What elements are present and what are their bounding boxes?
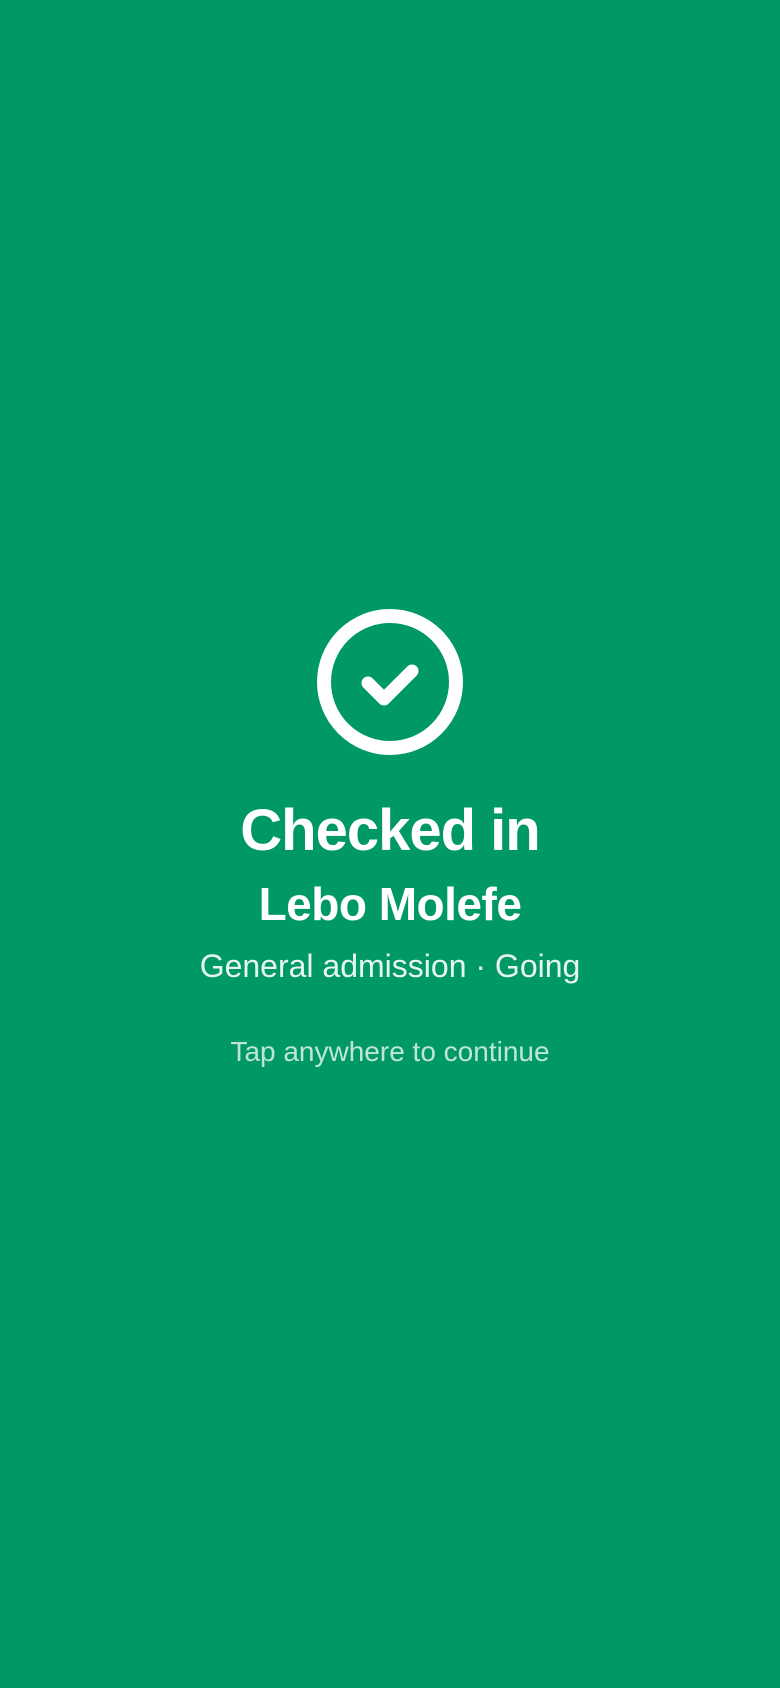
attendee-name: Lebo Molefe [258,878,522,930]
status-title: Checked in [240,798,540,863]
checkin-confirmation: Checked in Lebo Molefe General admission… [0,608,780,1070]
checkin-success-screen[interactable]: Checked in Lebo Molefe General admission… [0,0,780,1688]
attendee-ticket-details: General admission · Going [199,948,581,984]
continue-hint: Tap anywhere to continue [230,1036,550,1067]
check-circle-icon [317,609,463,755]
